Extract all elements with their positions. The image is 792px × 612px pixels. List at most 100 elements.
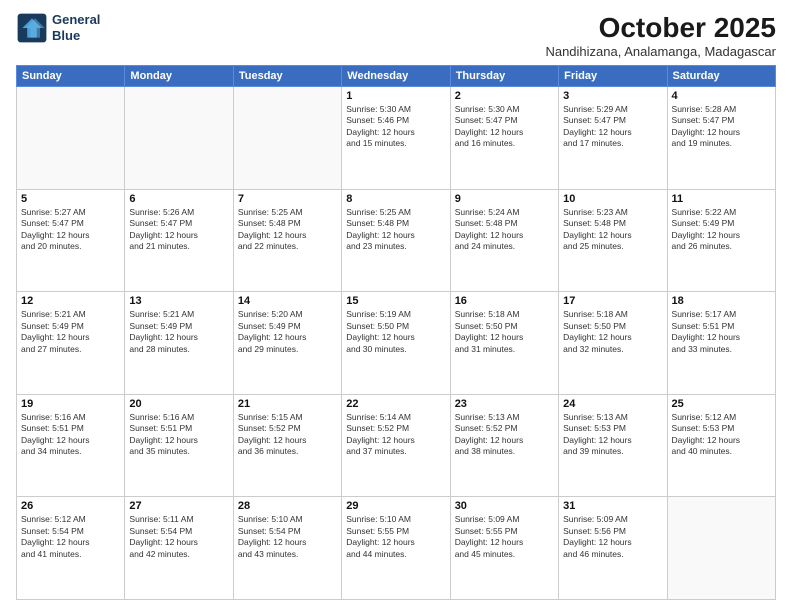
day-number: 26 [21, 500, 120, 512]
month-title: October 2025 [545, 12, 776, 44]
day-number: 4 [672, 90, 771, 102]
calendar-week-row: 26 Sunrise: 5:12 AM Sunset: 5:54 PM Dayli… [17, 497, 776, 600]
table-row: 20 Sunrise: 5:16 AM Sunset: 5:51 PM Dayli… [125, 394, 233, 497]
day-number: 1 [346, 90, 445, 102]
table-row: 19Sunrise: 5:16 AM Sunset: 5:51 PM Dayli… [17, 394, 125, 497]
day-info: Sunrise: 5:25 AM Sunset: 5:48 PM Dayligh… [346, 207, 445, 253]
day-info: Sunrise: 5:21 AM Sunset: 5:49 PM Dayligh… [129, 309, 228, 355]
table-row: 29Sunrise: 5:10 AM Sunset: 5:55 PM Dayli… [342, 497, 450, 600]
col-monday: Monday [125, 66, 233, 87]
day-number: 30 [455, 500, 554, 512]
day-number: 28 [238, 500, 337, 512]
table-row: 26 Sunrise: 5:12 AM Sunset: 5:54 PM Dayli… [17, 497, 125, 600]
day-info: Sunrise: 5:28 AM Sunset: 5:47 PM Dayligh… [672, 104, 771, 150]
page: General Blue October 2025 Nandihizana, A… [0, 0, 792, 612]
table-row: 15Sunrise: 5:19 AM Sunset: 5:50 PM Dayli… [342, 292, 450, 395]
day-info: Sunrise: 5:23 AM Sunset: 5:48 PM Dayligh… [563, 207, 662, 253]
day-number: 23 [455, 398, 554, 410]
col-wednesday: Wednesday [342, 66, 450, 87]
table-row: 24 Sunrise: 5:13 AM Sunset: 5:53 PM Dayli… [559, 394, 667, 497]
table-row: 6 Sunrise: 5:26 AM Sunset: 5:47 PM Daylig… [125, 189, 233, 292]
day-info: Sunrise: 5:19 AM Sunset: 5:50 PM Dayligh… [346, 309, 445, 355]
day-info: Sunrise: 5:20 AM Sunset: 5:49 PM Dayligh… [238, 309, 337, 355]
day-info: Sunrise: 5:29 AM Sunset: 5:47 PM Dayligh… [563, 104, 662, 150]
day-info: Sunrise: 5:30 AM Sunset: 5:47 PM Dayligh… [455, 104, 554, 150]
day-number: 16 [455, 295, 554, 307]
day-number: 24 [563, 398, 662, 410]
day-number: 31 [563, 500, 662, 512]
day-info: Sunrise: 5:21 AM Sunset: 5:49 PM Dayligh… [21, 309, 120, 355]
day-info: Sunrise: 5:14 AM Sunset: 5:52 PM Dayligh… [346, 412, 445, 458]
day-info: Sunrise: 5:12 AM Sunset: 5:54 PM Dayligh… [21, 514, 120, 560]
table-row [17, 87, 125, 190]
day-number: 18 [672, 295, 771, 307]
day-info: Sunrise: 5:18 AM Sunset: 5:50 PM Dayligh… [563, 309, 662, 355]
day-info: Sunrise: 5:12 AM Sunset: 5:53 PM Dayligh… [672, 412, 771, 458]
table-row: 11 Sunrise: 5:22 AM Sunset: 5:49 PM Dayli… [667, 189, 775, 292]
logo: General Blue [16, 12, 100, 44]
calendar-week-row: 12 Sunrise: 5:21 AM Sunset: 5:49 PM Dayli… [17, 292, 776, 395]
table-row: 1 Sunrise: 5:30 AM Sunset: 5:46 PM Daylig… [342, 87, 450, 190]
day-number: 21 [238, 398, 337, 410]
col-sunday: Sunday [17, 66, 125, 87]
table-row: 23 Sunrise: 5:13 AM Sunset: 5:52 PM Dayli… [450, 394, 558, 497]
calendar-week-row: 5 Sunrise: 5:27 AM Sunset: 5:47 PM Daylig… [17, 189, 776, 292]
header: General Blue October 2025 Nandihizana, A… [16, 12, 776, 59]
day-info: Sunrise: 5:25 AM Sunset: 5:48 PM Dayligh… [238, 207, 337, 253]
col-thursday: Thursday [450, 66, 558, 87]
day-number: 27 [129, 500, 228, 512]
day-number: 2 [455, 90, 554, 102]
table-row: 12 Sunrise: 5:21 AM Sunset: 5:49 PM Dayli… [17, 292, 125, 395]
day-info: Sunrise: 5:27 AM Sunset: 5:47 PM Dayligh… [21, 207, 120, 253]
day-info: Sunrise: 5:18 AM Sunset: 5:50 PM Dayligh… [455, 309, 554, 355]
table-row: 28 Sunrise: 5:10 AM Sunset: 5:54 PM Dayli… [233, 497, 341, 600]
day-info: Sunrise: 5:30 AM Sunset: 5:46 PM Dayligh… [346, 104, 445, 150]
day-number: 5 [21, 193, 120, 205]
day-info: Sunrise: 5:16 AM Sunset: 5:51 PM Dayligh… [129, 412, 228, 458]
table-row: 14 Sunrise: 5:20 AM Sunset: 5:49 PM Dayli… [233, 292, 341, 395]
day-number: 9 [455, 193, 554, 205]
day-number: 6 [129, 193, 228, 205]
day-number: 17 [563, 295, 662, 307]
day-info: Sunrise: 5:16 AM Sunset: 5:51 PM Dayligh… [21, 412, 120, 458]
day-info: Sunrise: 5:09 AM Sunset: 5:55 PM Dayligh… [455, 514, 554, 560]
day-info: Sunrise: 5:11 AM Sunset: 5:54 PM Dayligh… [129, 514, 228, 560]
day-number: 22 [346, 398, 445, 410]
day-number: 10 [563, 193, 662, 205]
day-info: Sunrise: 5:24 AM Sunset: 5:48 PM Dayligh… [455, 207, 554, 253]
day-info: Sunrise: 5:10 AM Sunset: 5:54 PM Dayligh… [238, 514, 337, 560]
table-row: 3 Sunrise: 5:29 AM Sunset: 5:47 PM Daylig… [559, 87, 667, 190]
title-block: October 2025 Nandihizana, Analamanga, Ma… [545, 12, 776, 59]
table-row: 17 Sunrise: 5:18 AM Sunset: 5:50 PM Dayli… [559, 292, 667, 395]
table-row: 5 Sunrise: 5:27 AM Sunset: 5:47 PM Daylig… [17, 189, 125, 292]
logo-text: General Blue [52, 12, 100, 43]
day-number: 20 [129, 398, 228, 410]
day-info: Sunrise: 5:13 AM Sunset: 5:52 PM Dayligh… [455, 412, 554, 458]
day-number: 3 [563, 90, 662, 102]
table-row: 2 Sunrise: 5:30 AM Sunset: 5:47 PM Daylig… [450, 87, 558, 190]
table-row: 4 Sunrise: 5:28 AM Sunset: 5:47 PM Daylig… [667, 87, 775, 190]
day-number: 14 [238, 295, 337, 307]
calendar-table: Sunday Monday Tuesday Wednesday Thursday… [16, 65, 776, 600]
table-row: 21Sunrise: 5:15 AM Sunset: 5:52 PM Dayli… [233, 394, 341, 497]
logo-icon [16, 12, 48, 44]
table-row [233, 87, 341, 190]
day-number: 12 [21, 295, 120, 307]
col-friday: Friday [559, 66, 667, 87]
table-row: 30 Sunrise: 5:09 AM Sunset: 5:55 PM Dayli… [450, 497, 558, 600]
table-row: 9 Sunrise: 5:24 AM Sunset: 5:48 PM Daylig… [450, 189, 558, 292]
calendar-week-row: 1 Sunrise: 5:30 AM Sunset: 5:46 PM Daylig… [17, 87, 776, 190]
table-row: 31 Sunrise: 5:09 AM Sunset: 5:56 PM Dayli… [559, 497, 667, 600]
table-row [125, 87, 233, 190]
table-row: 8Sunrise: 5:25 AM Sunset: 5:48 PM Daylig… [342, 189, 450, 292]
day-info: Sunrise: 5:26 AM Sunset: 5:47 PM Dayligh… [129, 207, 228, 253]
table-row: 18Sunrise: 5:17 AM Sunset: 5:51 PM Dayli… [667, 292, 775, 395]
table-row: 25Sunrise: 5:12 AM Sunset: 5:53 PM Dayli… [667, 394, 775, 497]
day-info: Sunrise: 5:13 AM Sunset: 5:53 PM Dayligh… [563, 412, 662, 458]
day-number: 11 [672, 193, 771, 205]
day-info: Sunrise: 5:09 AM Sunset: 5:56 PM Dayligh… [563, 514, 662, 560]
day-info: Sunrise: 5:22 AM Sunset: 5:49 PM Dayligh… [672, 207, 771, 253]
col-tuesday: Tuesday [233, 66, 341, 87]
calendar-week-row: 19Sunrise: 5:16 AM Sunset: 5:51 PM Dayli… [17, 394, 776, 497]
table-row: 7Sunrise: 5:25 AM Sunset: 5:48 PM Daylig… [233, 189, 341, 292]
